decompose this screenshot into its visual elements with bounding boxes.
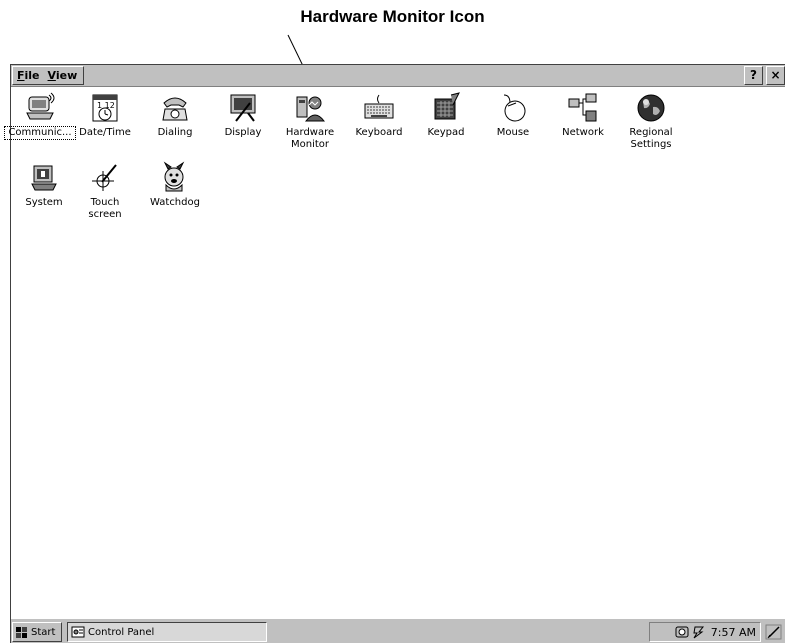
item-mouse[interactable]: Mouse (478, 91, 548, 139)
system-tray: 7:57 AM (649, 622, 761, 642)
mouse-icon (503, 94, 526, 122)
task-label: Control Panel (88, 626, 155, 638)
item-label: Dialing (157, 127, 193, 138)
touch-screen-icon (92, 164, 117, 191)
item-system[interactable]: System (9, 161, 79, 209)
tray-power-icon[interactable] (691, 625, 707, 639)
item-watchdog[interactable]: Watchdog (140, 161, 210, 209)
menu-file[interactable]: File (17, 69, 40, 82)
device-screen: File View ? × Communic... 1 12 Date/Time… (4, 64, 785, 643)
item-label: System (25, 197, 63, 208)
item-label: Watchdog (150, 197, 200, 208)
hardware-monitor-icon (296, 96, 326, 122)
item-label: Date/Time (79, 127, 131, 138)
item-label: Regional Settings (629, 127, 673, 150)
close-button[interactable]: × (766, 66, 785, 85)
item-label: Hardware Monitor (285, 127, 335, 150)
item-dialing[interactable]: Dialing (140, 91, 210, 139)
keyboard-icon (364, 94, 394, 119)
display-icon (230, 94, 256, 122)
control-panel-icon (71, 626, 85, 638)
item-label: Communic... (4, 126, 76, 140)
item-touch-screen[interactable]: Touch screen (70, 161, 140, 221)
system-icon (31, 165, 57, 191)
taskbar: Start Control Panel 7:57 AM (11, 618, 785, 643)
network-icon (568, 93, 597, 122)
globe-icon (637, 94, 665, 122)
item-network[interactable]: Network (548, 91, 618, 139)
task-control-panel[interactable]: Control Panel (67, 622, 267, 642)
item-hardware-monitor[interactable]: Hardware Monitor (275, 91, 345, 151)
item-label: Network (562, 127, 604, 138)
input-panel-icon[interactable] (764, 622, 784, 642)
clock[interactable]: 7:57 AM (711, 626, 756, 639)
keypad-icon (434, 92, 460, 120)
item-date-time[interactable]: 1 12 Date/Time (70, 91, 140, 139)
item-label: Mouse (496, 127, 530, 138)
control-panel-content: Communic... 1 12 Date/Time Dialing Displ… (4, 87, 785, 617)
item-label: Touch screen (88, 197, 122, 220)
dialing-icon (162, 97, 188, 121)
menu-view[interactable]: View (48, 69, 78, 82)
date-time-icon: 1 12 (92, 94, 118, 122)
item-regional-settings[interactable]: Regional Settings (616, 91, 686, 151)
menu-group: File View (12, 66, 85, 85)
item-display[interactable]: Display (208, 91, 278, 139)
menu-bar: File View ? × (11, 65, 785, 87)
help-button[interactable]: ? (744, 66, 763, 85)
item-label: Keypad (427, 127, 465, 138)
item-keyboard[interactable]: Keyboard (344, 91, 414, 139)
item-label: Display (224, 127, 262, 138)
item-label: Keyboard (355, 127, 403, 138)
tray-network-icon[interactable] (675, 625, 691, 639)
communications-icon (26, 92, 55, 120)
watchdog-icon (163, 161, 185, 192)
start-icon (16, 627, 27, 638)
item-communications[interactable]: Communic... (4, 91, 76, 140)
item-keypad[interactable]: Keypad (411, 91, 481, 139)
start-label: Start (31, 626, 56, 638)
start-button[interactable]: Start (12, 622, 62, 642)
